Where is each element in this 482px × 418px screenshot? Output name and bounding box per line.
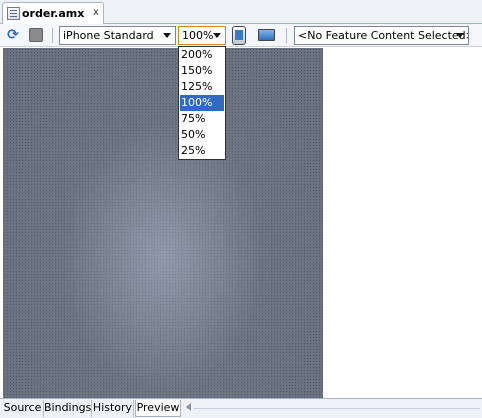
device-preview-canvas[interactable]: [3, 48, 323, 398]
chevron-down-icon: [456, 33, 464, 38]
zoom-option-selected[interactable]: 100%: [180, 95, 224, 111]
zoom-select[interactable]: 100%: [178, 26, 226, 45]
screen-icon[interactable]: [258, 29, 275, 41]
horizontal-scrollbar[interactable]: [194, 408, 480, 409]
preview-toolbar: ⟳ iPhone Standard 100% <No Feature Conte…: [0, 24, 482, 47]
zoom-select-value: 100%: [182, 29, 214, 42]
refresh-icon[interactable]: ⟳: [5, 27, 21, 43]
stop-icon[interactable]: [29, 28, 43, 42]
amx-file-icon: [7, 7, 20, 20]
tab-bindings[interactable]: Bindings: [44, 400, 92, 417]
toolbar-separator: [52, 28, 53, 43]
feature-content-select[interactable]: <No Feature Content Selected>: [294, 26, 469, 45]
editor-tab-bar: order.amx x: [0, 0, 482, 24]
zoom-option[interactable]: 25%: [180, 143, 224, 159]
chevron-down-icon: [163, 33, 171, 38]
scroll-left-icon[interactable]: [186, 403, 191, 411]
device-select-value: iPhone Standard: [63, 29, 154, 42]
close-icon[interactable]: x: [93, 7, 99, 18]
zoom-option[interactable]: 125%: [180, 79, 224, 95]
file-tab-label: order.amx: [22, 7, 85, 20]
zoom-option[interactable]: 75%: [180, 111, 224, 127]
toolbar-separator: [286, 28, 287, 43]
phone-icon[interactable]: [232, 26, 246, 45]
device-select[interactable]: iPhone Standard: [59, 26, 176, 45]
tab-source[interactable]: Source: [2, 400, 44, 417]
file-tab-order-amx[interactable]: order.amx x: [2, 2, 104, 24]
feature-content-value: <No Feature Content Selected>: [298, 29, 469, 42]
zoom-option[interactable]: 50%: [180, 127, 224, 143]
zoom-option[interactable]: 150%: [180, 63, 224, 79]
editor-bottom-tabs: Source Bindings History Preview: [0, 398, 482, 418]
tab-preview[interactable]: Preview: [135, 400, 181, 417]
zoom-dropdown-list: 200% 150% 125% 100% 75% 50% 25%: [178, 46, 226, 160]
tab-history[interactable]: History: [92, 400, 134, 417]
chevron-down-icon: [213, 33, 221, 38]
zoom-option[interactable]: 200%: [180, 47, 224, 63]
